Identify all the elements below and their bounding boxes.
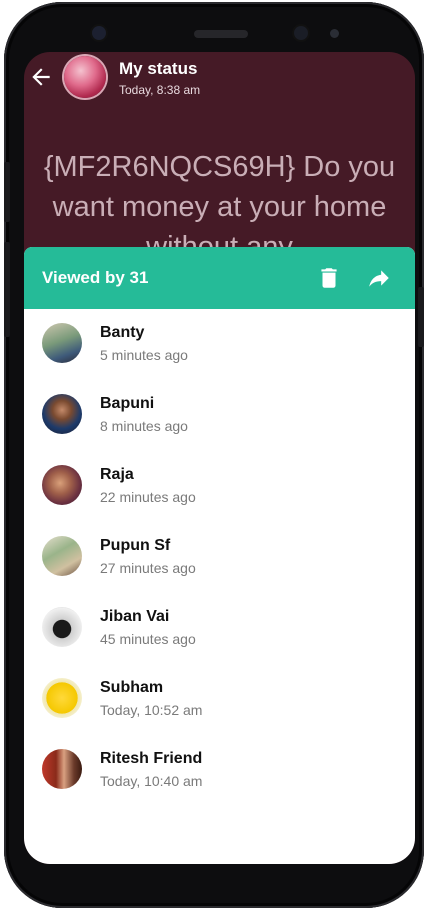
- avatar: [42, 678, 82, 718]
- avatar: [42, 749, 82, 789]
- list-item[interactable]: Subham Today, 10:52 am: [24, 664, 415, 735]
- status-header: My status Today, 8:38 am: [24, 52, 415, 112]
- trash-icon[interactable]: [316, 265, 342, 291]
- viewer-time: 8 minutes ago: [100, 418, 188, 434]
- viewer-time: 27 minutes ago: [100, 560, 196, 576]
- viewer-name: Subham: [100, 679, 164, 696]
- status-owner-title: My status: [119, 59, 198, 78]
- avatar[interactable]: [64, 56, 106, 98]
- back-arrow-icon[interactable]: [28, 64, 54, 90]
- proximity-sensor-icon: [330, 29, 339, 38]
- viewers-header: Viewed by 31: [24, 247, 415, 309]
- viewer-name: Raja: [100, 466, 134, 483]
- viewed-by-count: Viewed by 31: [42, 268, 149, 287]
- phone-frame: My status Today, 8:38 am {MF2R6NQCS69H} …: [4, 2, 424, 908]
- viewer-name: Banty: [100, 324, 145, 341]
- list-item[interactable]: Pupun Sf 27 minutes ago: [24, 522, 415, 593]
- viewer-time: Today, 10:40 am: [100, 773, 203, 789]
- avatar: [42, 323, 82, 363]
- power-button: [418, 287, 424, 347]
- share-icon[interactable]: [366, 265, 392, 291]
- list-item[interactable]: Banty 5 minutes ago: [24, 309, 415, 380]
- viewer-time: 45 minutes ago: [100, 631, 196, 647]
- viewer-name: Jiban Vai: [100, 608, 170, 625]
- list-item[interactable]: Jiban Vai 45 minutes ago: [24, 593, 415, 664]
- avatar: [42, 394, 82, 434]
- viewer-name: Ritesh Friend: [100, 750, 203, 767]
- viewer-name: Pupun Sf: [100, 537, 171, 554]
- front-camera-icon: [294, 26, 308, 40]
- viewers-sheet: Viewed by 31 Banty 5 minutes ago Bapuni: [24, 247, 415, 864]
- list-item[interactable]: Ritesh Friend Today, 10:40 am: [24, 735, 415, 806]
- list-item[interactable]: Bapuni 8 minutes ago: [24, 380, 415, 451]
- viewer-name: Bapuni: [100, 395, 155, 412]
- viewer-time: 22 minutes ago: [100, 489, 196, 505]
- viewers-list: Banty 5 minutes ago Bapuni 8 minutes ago…: [24, 309, 415, 806]
- viewer-time: 5 minutes ago: [100, 347, 188, 363]
- avatar: [42, 607, 82, 647]
- sensor-icon: [92, 26, 106, 40]
- list-item[interactable]: Raja 22 minutes ago: [24, 451, 415, 522]
- avatar: [42, 536, 82, 576]
- earpiece-speaker: [194, 30, 248, 38]
- volume-up-button: [4, 162, 10, 222]
- volume-down-button: [4, 242, 10, 337]
- screen: My status Today, 8:38 am {MF2R6NQCS69H} …: [24, 52, 415, 864]
- avatar: [42, 465, 82, 505]
- status-timestamp: Today, 8:38 am: [119, 83, 201, 97]
- viewer-time: Today, 10:52 am: [100, 702, 203, 718]
